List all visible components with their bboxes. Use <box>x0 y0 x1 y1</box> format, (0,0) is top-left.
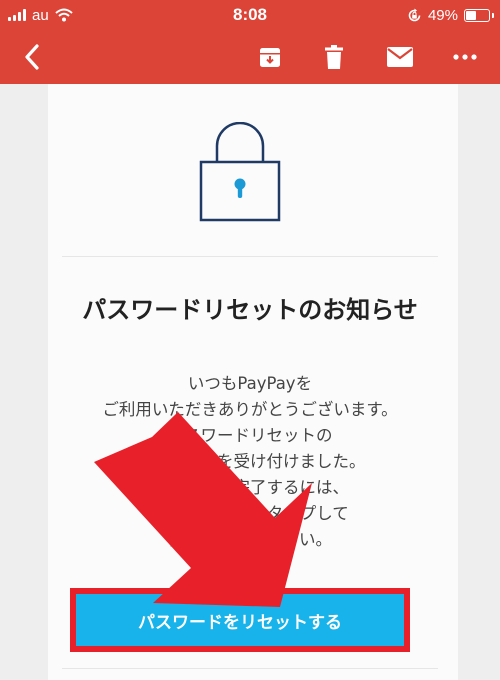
battery-percent: 49% <box>427 6 458 24</box>
archive-button[interactable] <box>250 30 290 84</box>
body-line: リセットを完了するには、 <box>151 478 349 497</box>
mark-unread-button[interactable] <box>380 30 420 84</box>
email-title: パスワードリセットのお知らせ <box>82 296 418 324</box>
email-body: いつもPayPayを ご利用いただきありがとうございます。 パスワードリセットの… <box>0 371 500 553</box>
body-line: 以下のボタンをタップして <box>151 504 349 523</box>
divider <box>62 668 438 669</box>
reset-password-button[interactable]: パスワードをリセットする <box>70 588 410 652</box>
status-bar: au 8:08 49% <box>0 0 500 30</box>
body-line: ご利用いただきありがとうございます。 <box>102 400 398 419</box>
archive-icon <box>260 48 280 67</box>
mail-icon <box>387 47 413 67</box>
delete-button[interactable] <box>314 30 354 84</box>
lock-icon <box>199 122 281 222</box>
orientation-lock-icon <box>408 8 421 21</box>
trash-icon <box>325 45 343 69</box>
divider <box>62 256 438 257</box>
more-button[interactable] <box>445 30 485 84</box>
more-icon <box>453 54 477 60</box>
back-icon <box>25 44 39 70</box>
body-line: リクエストを受け付けました。 <box>134 452 366 471</box>
battery-icon <box>464 8 494 22</box>
back-button[interactable] <box>10 30 54 84</box>
body-line: パスワードリセットの <box>167 426 333 445</box>
status-right: 49% <box>407 6 494 24</box>
body-line: 再設定してください。 <box>167 530 332 549</box>
body-line: いつもPayPayを <box>187 374 313 393</box>
reset-password-button-label: パスワードをリセットする <box>76 594 404 646</box>
email-toolbar <box>0 30 500 84</box>
